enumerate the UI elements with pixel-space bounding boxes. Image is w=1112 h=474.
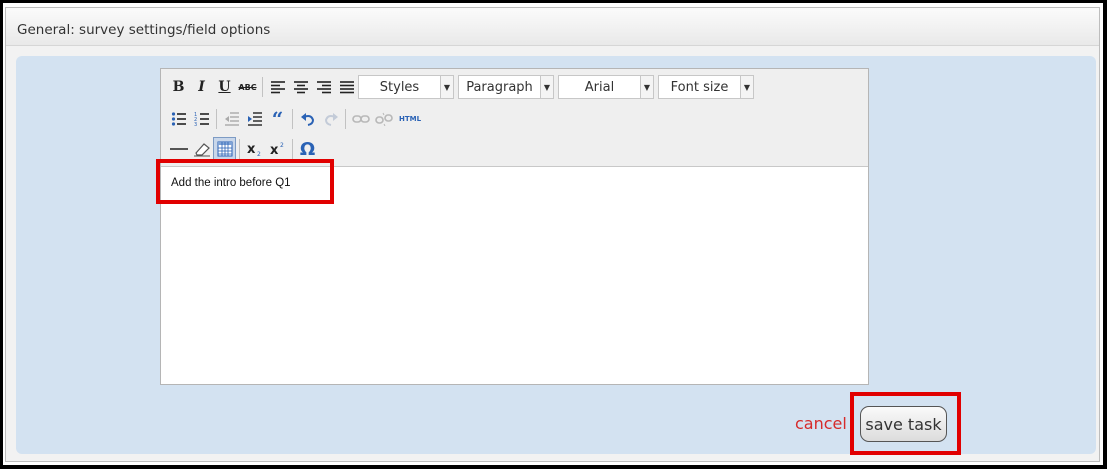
special-character-icon[interactable]: Ω (296, 137, 319, 161)
indent-icon[interactable] (243, 107, 266, 131)
outdent-icon[interactable] (220, 107, 243, 131)
dialog-header: General: survey settings/field options (6, 8, 1099, 46)
editor-toolbar: B I U ABC Styles ▼ Paragraph ▼ Arial ▼ F… (161, 69, 868, 167)
svg-text:2: 2 (257, 151, 261, 157)
svg-text:x: x (270, 143, 279, 157)
dialog-title: General: survey settings/field options (17, 22, 271, 38)
svg-text:x: x (247, 142, 256, 157)
html-source-button[interactable]: HTML (395, 107, 425, 131)
table-icon[interactable] (213, 137, 236, 161)
chevron-down-icon: ▼ (440, 76, 453, 98)
underline-button[interactable]: U (213, 75, 236, 99)
styles-select[interactable]: Styles ▼ (358, 75, 454, 99)
toolbar-separator (262, 77, 263, 97)
toolbar-row-2: 123 “ HTML (167, 106, 425, 132)
bullet-list-icon[interactable] (167, 107, 190, 131)
italic-button[interactable]: I (190, 75, 213, 99)
highlight-box-save (850, 392, 961, 455)
undo-icon[interactable] (296, 107, 319, 131)
chevron-down-icon: ▼ (640, 76, 653, 98)
numbered-list-icon[interactable]: 123 (190, 107, 213, 131)
eraser-icon[interactable] (190, 137, 213, 161)
link-icon[interactable] (349, 107, 372, 131)
paragraph-select-label: Paragraph (466, 79, 533, 95)
subscript-icon[interactable]: x2 (243, 137, 266, 161)
toolbar-separator (292, 139, 293, 159)
align-right-icon[interactable] (312, 75, 335, 99)
bold-button[interactable]: B (167, 75, 190, 99)
font-size-select-label: Font size (670, 79, 729, 95)
highlight-box-content (156, 159, 334, 204)
font-family-select[interactable]: Arial ▼ (558, 75, 654, 99)
redo-icon[interactable] (319, 107, 342, 131)
blockquote-icon[interactable]: “ (266, 107, 289, 131)
align-center-icon[interactable] (289, 75, 312, 99)
horizontal-rule-icon[interactable] (167, 137, 190, 161)
font-family-select-label: Arial (584, 79, 615, 95)
styles-select-label: Styles (379, 79, 420, 95)
svg-text:3: 3 (194, 122, 197, 127)
svg-text:2: 2 (280, 142, 284, 149)
rich-text-editor: B I U ABC Styles ▼ Paragraph ▼ Arial ▼ F… (160, 68, 869, 385)
toolbar-row-1: B I U ABC Styles ▼ Paragraph ▼ Arial ▼ F… (167, 74, 758, 100)
align-left-icon[interactable] (266, 75, 289, 99)
chevron-down-icon: ▼ (540, 76, 553, 98)
toolbar-separator (216, 109, 217, 129)
unlink-icon[interactable] (372, 107, 395, 131)
toolbar-separator (345, 109, 346, 129)
paragraph-select[interactable]: Paragraph ▼ (458, 75, 554, 99)
font-size-select[interactable]: Font size ▼ (658, 75, 754, 99)
toolbar-separator (239, 139, 240, 159)
cancel-link[interactable]: cancel (795, 414, 847, 433)
chevron-down-icon: ▼ (740, 76, 753, 98)
toolbar-separator (292, 109, 293, 129)
align-justify-icon[interactable] (335, 75, 358, 99)
superscript-icon[interactable]: x2 (266, 137, 289, 161)
strikethrough-button[interactable]: ABC (236, 75, 259, 99)
